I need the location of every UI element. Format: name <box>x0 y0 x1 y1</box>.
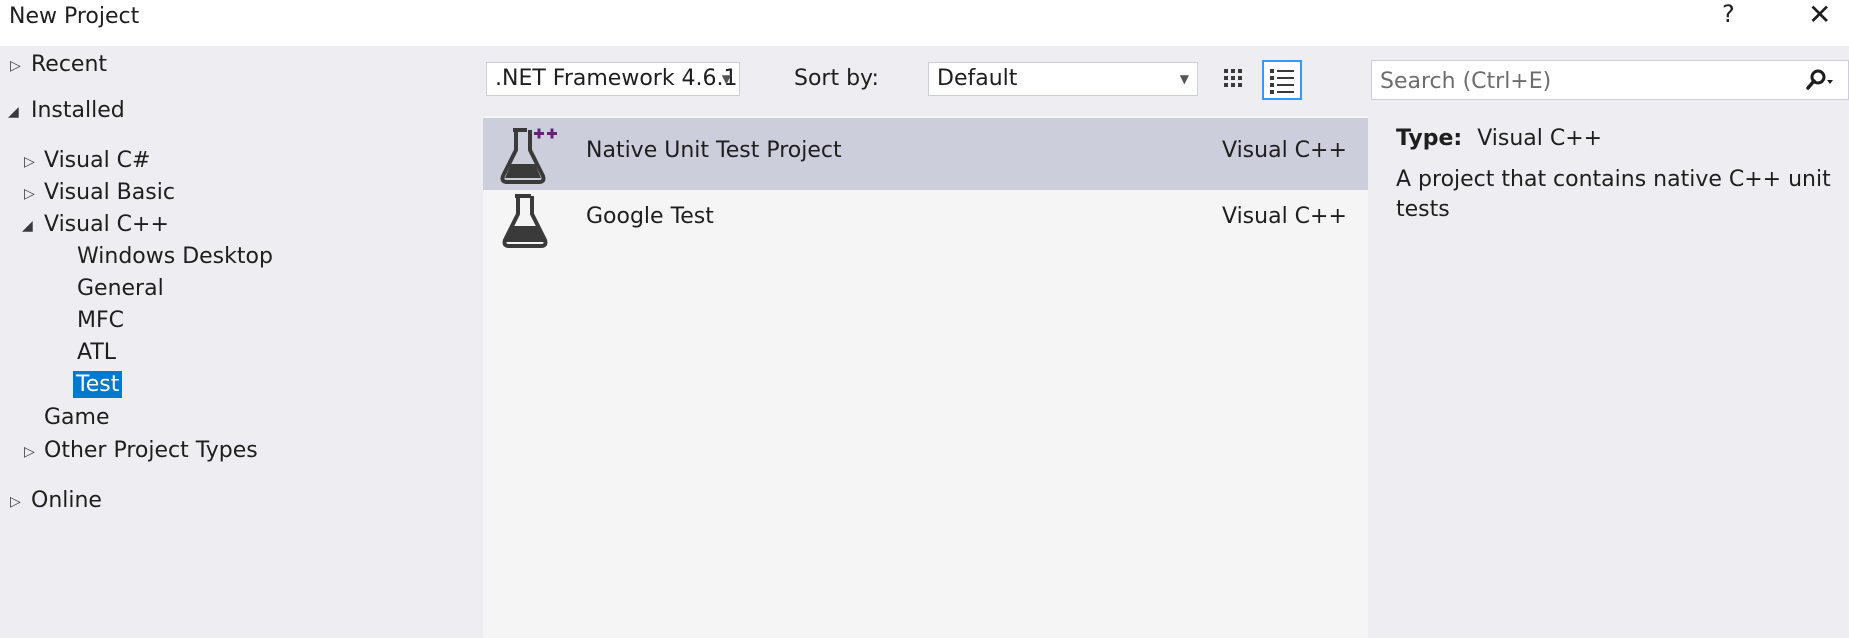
small-icons-view-button[interactable] <box>1214 60 1254 100</box>
type-label: Type: <box>1396 126 1463 151</box>
type-value: Visual C++ <box>1477 126 1603 151</box>
tree-item-game[interactable]: Game <box>44 405 110 430</box>
flask-icon <box>502 194 548 248</box>
template-name: Google Test <box>586 204 714 229</box>
template-row-native-unit-test[interactable]: Native Unit Test Project Visual C++ <box>483 118 1368 190</box>
template-list: Native Unit Test Project Visual C++ Goog… <box>483 116 1368 638</box>
flask-plus-icon <box>500 128 557 184</box>
template-description: A project that contains native C++ unit … <box>1396 167 1831 222</box>
sort-value: Default <box>937 66 1018 91</box>
template-tree: ▷ Recent ◢ Installed ▷ Visual C# ▷ Visua… <box>0 46 480 638</box>
window-title: New Project <box>9 4 140 29</box>
tree-item-atl[interactable]: ATL <box>77 340 116 365</box>
search-input[interactable] <box>1372 61 1782 101</box>
template-details: Type: Visual C++ A project that contains… <box>1396 126 1836 225</box>
collapse-icon[interactable]: ◢ <box>22 218 33 234</box>
tree-item-visual-cpp[interactable]: Visual C++ <box>44 212 169 237</box>
tree-item-other-project-types[interactable]: Other Project Types <box>44 438 258 463</box>
tree-item-visual-csharp[interactable]: Visual C# <box>44 148 150 173</box>
framework-value: .NET Framework 4.6.1 <box>495 66 738 91</box>
tree-item-windows-desktop[interactable]: Windows Desktop <box>77 244 273 269</box>
collapse-icon[interactable]: ◢ <box>8 104 19 120</box>
dropdown-arrow-icon: ▼ <box>721 72 731 86</box>
template-language: Visual C++ <box>1222 138 1347 163</box>
list-view-button[interactable] <box>1262 60 1302 100</box>
tree-item-mfc[interactable]: MFC <box>77 308 124 333</box>
tree-item-installed[interactable]: Installed <box>31 98 125 123</box>
dropdown-arrow-icon: ▼ <box>1179 72 1189 86</box>
tree-item-recent[interactable]: Recent <box>31 52 107 77</box>
sort-dropdown[interactable]: Default ▼ <box>928 62 1198 96</box>
template-name: Native Unit Test Project <box>586 138 842 163</box>
sort-label: Sort by: <box>794 66 879 91</box>
help-button[interactable]: ? <box>1722 0 1735 28</box>
expand-right-icon[interactable]: ▷ <box>24 154 35 170</box>
expand-right-icon[interactable]: ▷ <box>24 444 35 460</box>
grid-view-icon <box>1224 69 1242 87</box>
tree-item-online[interactable]: Online <box>31 488 102 513</box>
expand-right-icon[interactable]: ▷ <box>10 494 21 510</box>
framework-dropdown[interactable]: .NET Framework 4.6.1 ▼ <box>486 62 740 96</box>
template-row-google-test[interactable]: Google Test Visual C++ <box>483 184 1368 256</box>
type-line: Type: Visual C++ <box>1396 126 1836 151</box>
tree-item-test[interactable]: Test <box>73 371 123 398</box>
search-box[interactable] <box>1371 60 1849 101</box>
close-button[interactable]: ✕ <box>1808 0 1831 31</box>
tree-item-general[interactable]: General <box>77 276 164 301</box>
template-language: Visual C++ <box>1222 204 1347 229</box>
filter-bar: .NET Framework 4.6.1 ▼ Sort by: Default … <box>480 46 1370 116</box>
expand-right-icon[interactable]: ▷ <box>24 186 35 202</box>
search-icon[interactable] <box>1804 67 1834 95</box>
title-bar: New Project ? ✕ <box>0 0 1849 46</box>
tree-item-visual-basic[interactable]: Visual Basic <box>44 180 175 205</box>
list-view-icon <box>1270 69 1294 94</box>
expand-right-icon[interactable]: ▷ <box>10 58 21 74</box>
